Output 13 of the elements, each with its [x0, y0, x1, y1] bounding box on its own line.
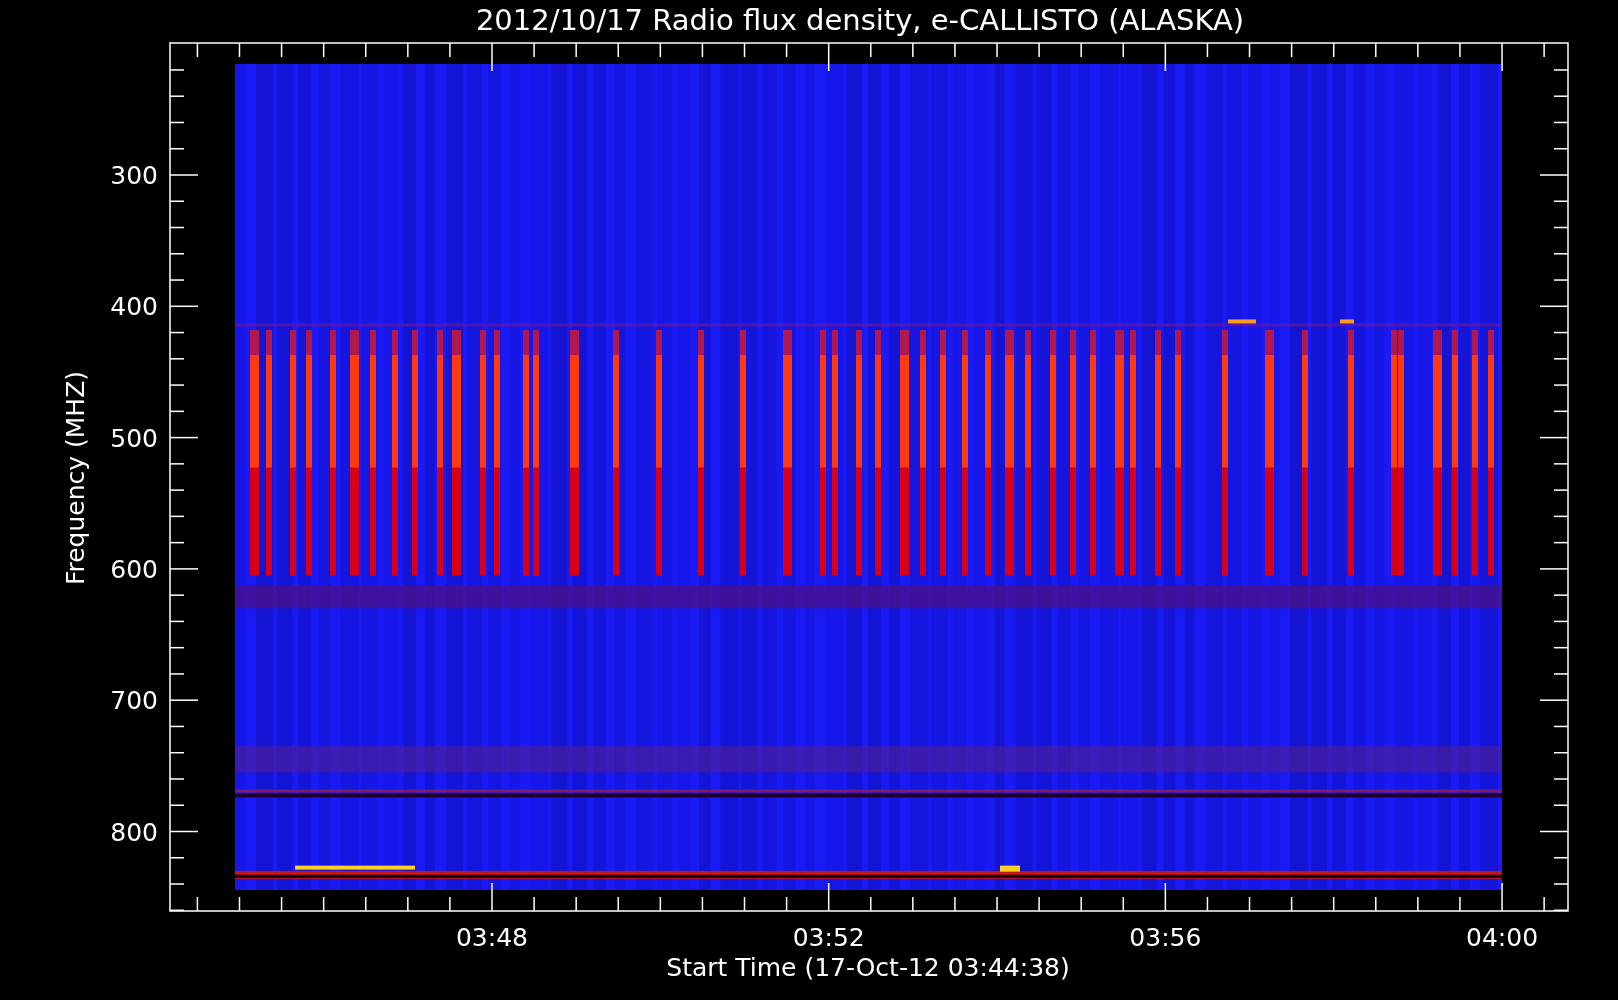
y-tick-label: 400 — [110, 292, 158, 322]
y-axis-label: Frequency (MHZ) — [61, 370, 90, 586]
x-tick-label: 03:48 — [456, 923, 528, 952]
x-axis-label: Start Time (17-Oct-12 03:44:38) — [666, 953, 1070, 982]
x-tick-label: 03:52 — [792, 923, 865, 952]
y-tick-label: 500 — [110, 423, 158, 453]
chart-title: 2012/10/17 Radio flux density, e-CALLISTO (ALASKA) — [475, 3, 1245, 37]
y-tick-label: 800 — [110, 817, 158, 847]
y-tick-label: 300 — [110, 161, 158, 190]
x-tick-label: 03:56 — [1129, 923, 1202, 952]
y-tick-label: 700 — [110, 686, 158, 716]
y-tick-label: 600 — [110, 554, 158, 584]
x-tick-label: 04:00 — [1466, 923, 1539, 952]
